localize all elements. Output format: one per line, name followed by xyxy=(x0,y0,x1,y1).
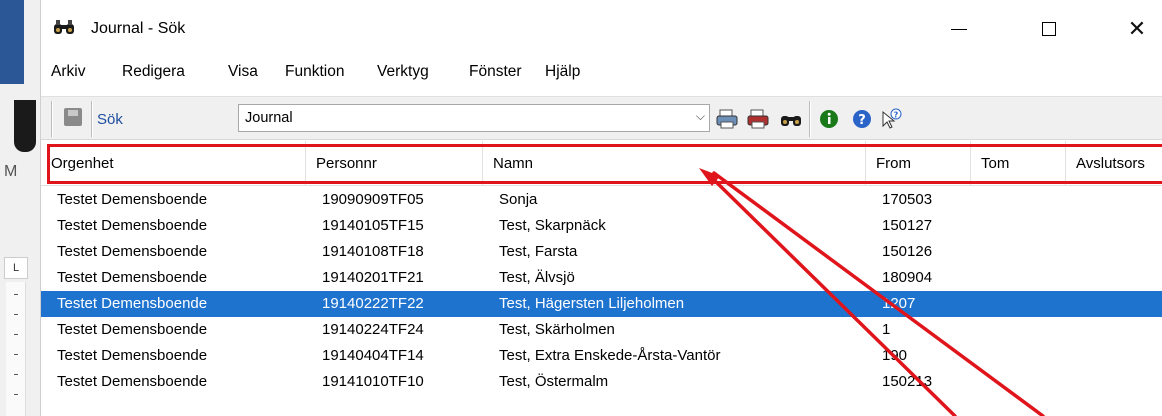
menu-redigera[interactable]: Redigera xyxy=(122,63,185,81)
maximize-icon xyxy=(1042,22,1056,36)
menu-hjalp[interactable]: Hjälp xyxy=(545,63,580,81)
toolbar-separator xyxy=(809,101,811,137)
minimize-icon xyxy=(951,28,967,30)
cell-namn: Test, Skarpnäck xyxy=(499,217,606,234)
background-ruler-label: L xyxy=(4,257,28,279)
background-app-banner xyxy=(0,0,24,84)
chevron-down-icon[interactable]: ⌵ xyxy=(696,109,705,124)
menu-fonster[interactable]: Fönster xyxy=(469,63,522,81)
cell-from: 170503 xyxy=(882,191,933,208)
cell-personnr: 19140201TF21 xyxy=(322,269,424,286)
menu-visa[interactable]: Visa xyxy=(228,63,258,81)
whats-this-icon[interactable]: ? xyxy=(877,105,905,133)
background-ruler xyxy=(6,282,26,416)
cell-personnr: 19090909TF05 xyxy=(322,191,424,208)
cell-personnr: 19140222TF22 xyxy=(322,295,424,312)
cell-from: 190 xyxy=(882,347,908,364)
close-button[interactable]: ✕ xyxy=(1109,6,1162,52)
cell-orgenhet: Testet Demensboende xyxy=(57,217,208,234)
table-row[interactable]: Testet Demensboende 19140224TF24 Test, Skä… xyxy=(41,317,1162,343)
minimize-button[interactable] xyxy=(931,6,987,52)
table-row[interactable]: Testet Demensboende 19141010TF10 Test, Öst… xyxy=(41,369,1162,395)
cell-from: 1 xyxy=(882,321,891,338)
cell-tom xyxy=(971,187,1066,213)
list-header: Orgenhet Personnr Namn From Tom Avslutso… xyxy=(41,141,1162,186)
column-header-avslutsorsak[interactable]: Avslutsors xyxy=(1066,141,1162,186)
cell-tom xyxy=(971,343,1066,369)
journal-search-window: Journal - Sök ✕ Arkiv Redigera Visa Funk… xyxy=(40,0,1162,416)
column-header-from[interactable]: From xyxy=(866,141,971,186)
cell-from: 150126 xyxy=(882,243,933,260)
cell-namn: Test, Älvsjö xyxy=(499,269,575,286)
cell-tom xyxy=(971,265,1066,291)
menu-funktion[interactable]: Funktion xyxy=(285,63,344,81)
table-row[interactable]: Testet Demensboende 19140222TF22 Test, Häg… xyxy=(41,291,1162,317)
title-bar[interactable]: Journal - Sök ✕ xyxy=(41,0,1162,54)
cell-tom xyxy=(971,317,1066,343)
svg-text:?: ? xyxy=(858,113,866,128)
cell-from: 150127 xyxy=(882,217,933,234)
find-icon[interactable] xyxy=(777,105,805,133)
cell-from: 180904 xyxy=(882,269,933,286)
column-header-tom[interactable]: Tom xyxy=(971,141,1066,186)
background-app: M L xyxy=(0,0,40,416)
cell-namn: Test, Östermalm xyxy=(499,373,609,390)
save-icon xyxy=(64,108,82,126)
cell-orgenhet: Testet Demensboende xyxy=(57,191,208,208)
cell-orgenhet: Testet Demensboende xyxy=(57,243,208,260)
cell-tom xyxy=(971,213,1066,239)
search-label[interactable]: Sök xyxy=(97,111,123,128)
cell-personnr: 19140224TF24 xyxy=(322,321,424,338)
journal-type-select[interactable]: Journal ⌵ xyxy=(238,104,710,132)
binoculars-icon xyxy=(53,19,75,40)
table-row[interactable]: Testet Demensboende 19140404TF14 Test, Ext… xyxy=(41,343,1162,369)
cell-namn: Test, Farsta xyxy=(499,243,578,260)
table-row[interactable]: Testet Demensboende 19140201TF21 Test, Älv… xyxy=(41,265,1162,291)
maximize-button[interactable] xyxy=(1021,6,1077,52)
screenshot-root: M L Journal - Sök ✕ Arkiv Redigera Visa … xyxy=(0,0,1162,416)
cell-orgenhet: Testet Demensboende xyxy=(57,373,208,390)
cell-orgenhet: Testet Demensboende xyxy=(57,295,208,312)
menu-verktyg[interactable]: Verktyg xyxy=(377,63,429,81)
menu-arkiv[interactable]: Arkiv xyxy=(51,63,85,81)
cell-namn: Test, Skärholmen xyxy=(499,321,615,338)
results-list: Orgenhet Personnr Namn From Tom Avslutso… xyxy=(41,141,1162,416)
column-header-personnr[interactable]: Personnr xyxy=(306,141,483,186)
cell-tom xyxy=(971,291,1066,317)
cell-orgenhet: Testet Demensboende xyxy=(57,321,208,338)
cell-personnr: 19140404TF14 xyxy=(322,347,424,364)
background-app-letter: M xyxy=(4,163,18,180)
cell-namn: Test, Extra Enskede-Årsta-Vantör xyxy=(499,347,721,364)
svg-text:?: ? xyxy=(894,111,899,120)
column-header-orgenhet[interactable]: Orgenhet xyxy=(41,141,306,186)
info-icon[interactable] xyxy=(815,105,843,133)
toolbar-separator xyxy=(51,101,53,137)
table-row[interactable]: Testet Demensboende 19140105TF15 Test, Ska… xyxy=(41,213,1162,239)
cell-from: 150213 xyxy=(882,373,933,390)
background-app-logo xyxy=(14,100,36,152)
table-row[interactable]: Testet Demensboende 19090909TF05 Sonja 1705… xyxy=(41,187,1162,213)
journal-type-value: Journal xyxy=(245,110,293,126)
print-icon[interactable] xyxy=(713,105,741,133)
toolbar-separator xyxy=(91,101,93,137)
save-button[interactable] xyxy=(61,104,87,132)
cell-namn: Sonja xyxy=(499,191,538,208)
cell-orgenhet: Testet Demensboende xyxy=(57,347,208,364)
window-title: Journal - Sök xyxy=(91,20,186,37)
cell-tom xyxy=(971,239,1066,265)
cell-namn: Test, Hägersten Liljeholmen xyxy=(499,295,685,312)
print-all-icon[interactable] xyxy=(744,105,772,133)
column-header-namn[interactable]: Namn xyxy=(483,141,866,186)
menu-bar: Arkiv Redigera Visa Funktion Verktyg Fön… xyxy=(41,56,1162,90)
cell-orgenhet: Testet Demensboende xyxy=(57,269,208,286)
close-icon: ✕ xyxy=(1127,16,1147,41)
cell-personnr: 19140105TF15 xyxy=(322,217,424,234)
cell-personnr: 19141010TF10 xyxy=(322,373,424,390)
cell-personnr: 19140108TF18 xyxy=(322,243,424,260)
cell-from: 1207 xyxy=(882,295,916,312)
toolbar: Sök Journal ⌵ ? ? xyxy=(41,96,1162,140)
table-row[interactable]: Testet Demensboende 19140108TF18 Test, Far… xyxy=(41,239,1162,265)
help-icon[interactable]: ? xyxy=(848,105,876,133)
cell-tom xyxy=(971,369,1066,395)
